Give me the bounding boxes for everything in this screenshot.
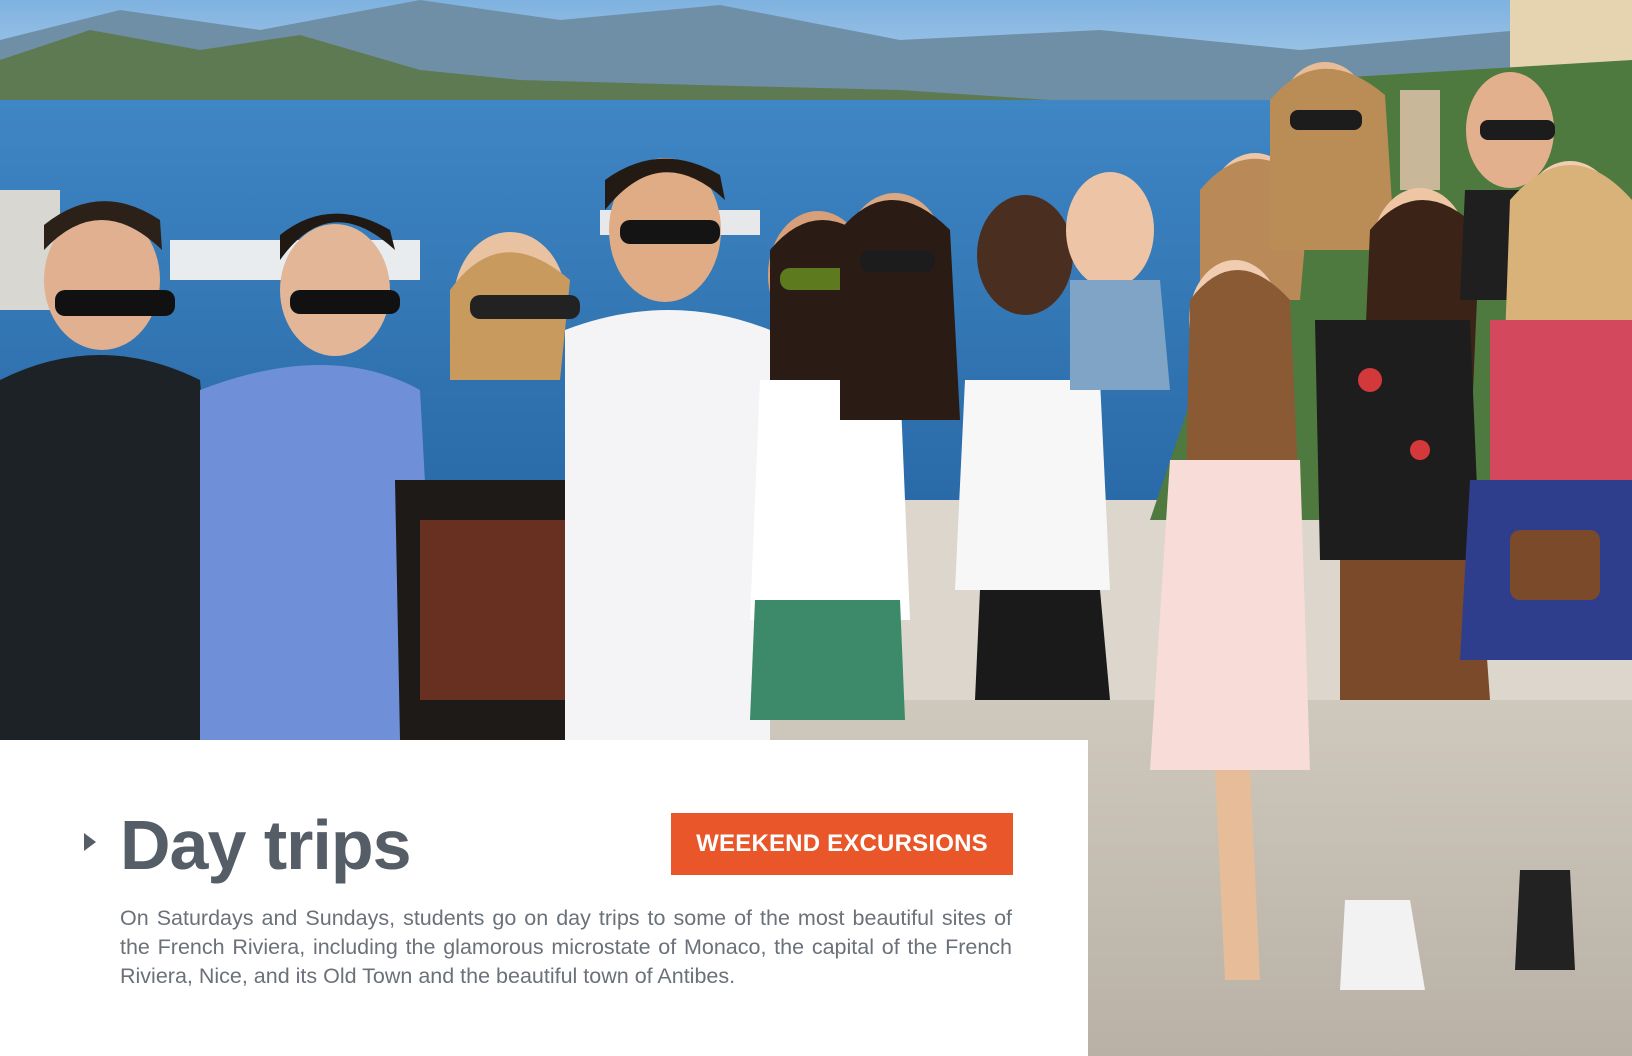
section-body-text: On Saturdays and Sundays, students go on… <box>120 906 1012 988</box>
arrow-right-icon <box>84 833 96 851</box>
weekend-excursions-badge: WEEKEND EXCURSIONS <box>671 813 1013 875</box>
section-title: Day trips <box>120 806 412 884</box>
content-panel <box>0 740 1088 1056</box>
